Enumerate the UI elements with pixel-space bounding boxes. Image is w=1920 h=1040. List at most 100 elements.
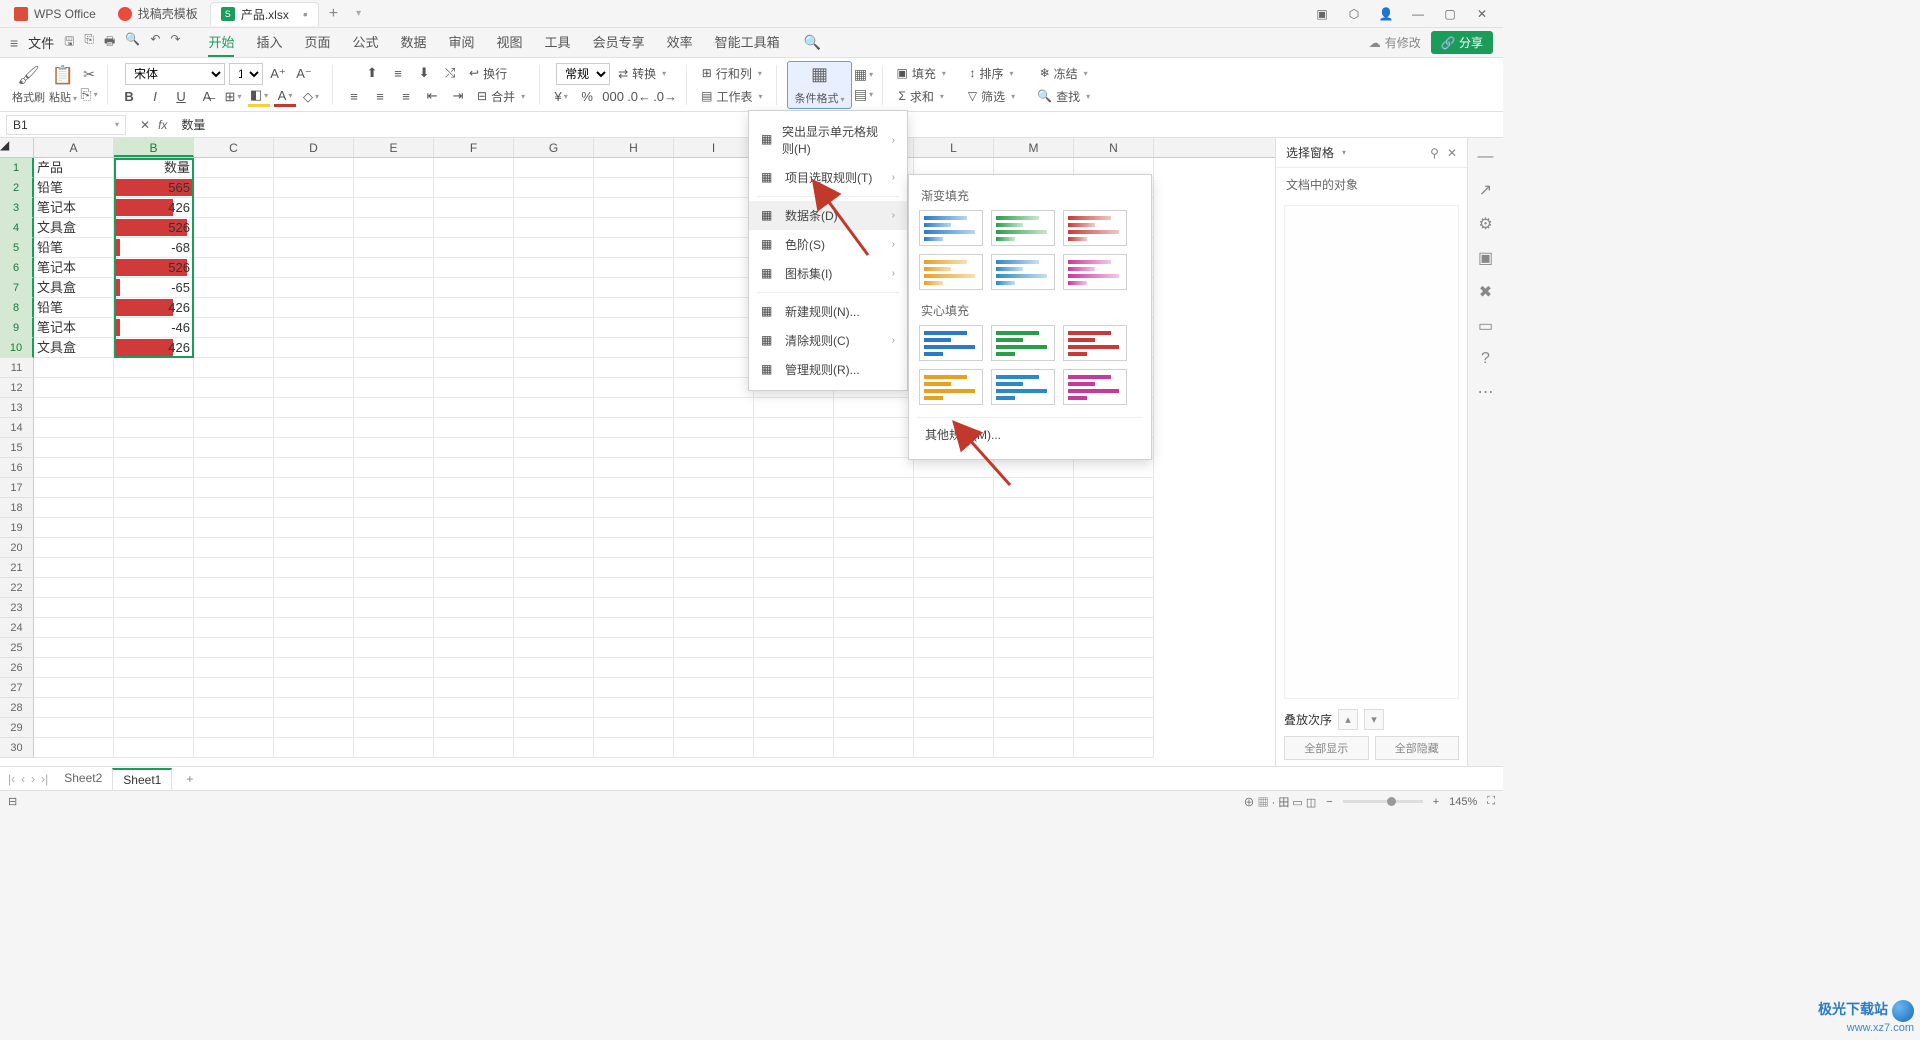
- select-all-corner[interactable]: ◢: [0, 138, 34, 157]
- cell[interactable]: [834, 618, 914, 638]
- row-header[interactable]: 16: [0, 458, 34, 478]
- cell[interactable]: [1074, 558, 1154, 578]
- status-mode-icon[interactable]: ⊟: [8, 795, 17, 808]
- cell[interactable]: [594, 658, 674, 678]
- cell[interactable]: [754, 498, 834, 518]
- cell[interactable]: [994, 718, 1074, 738]
- cell[interactable]: [114, 598, 194, 618]
- cell[interactable]: [274, 518, 354, 538]
- chart-rail-icon[interactable]: ▭: [1478, 316, 1493, 336]
- cell[interactable]: [1074, 618, 1154, 638]
- cell[interactable]: [834, 398, 914, 418]
- cell[interactable]: [514, 158, 594, 178]
- cell[interactable]: -65: [114, 278, 194, 298]
- collapse-rail-icon[interactable]: —: [1478, 148, 1494, 166]
- cell[interactable]: [834, 558, 914, 578]
- cell[interactable]: [514, 358, 594, 378]
- cell[interactable]: [114, 478, 194, 498]
- tab-list-button[interactable]: ▾: [348, 8, 369, 19]
- cell[interactable]: [834, 458, 914, 478]
- dec-dec-icon[interactable]: .0→: [654, 87, 676, 107]
- databar-gradient-orange[interactable]: [919, 254, 983, 290]
- cell[interactable]: [594, 218, 674, 238]
- sheet-last-icon[interactable]: ›|: [41, 772, 48, 786]
- avatar-icon[interactable]: 👤: [1377, 7, 1395, 21]
- percent-icon[interactable]: %: [576, 87, 598, 107]
- redo-icon[interactable]: ↷: [170, 32, 180, 53]
- cell[interactable]: [754, 638, 834, 658]
- cell[interactable]: [594, 618, 674, 638]
- cell[interactable]: [194, 638, 274, 658]
- cell[interactable]: [914, 738, 994, 758]
- cell[interactable]: [514, 518, 594, 538]
- cell[interactable]: 铅笔: [34, 238, 114, 258]
- cell[interactable]: [514, 198, 594, 218]
- font-grow-icon[interactable]: A⁺: [267, 64, 289, 84]
- cell[interactable]: [434, 198, 514, 218]
- cell[interactable]: [34, 618, 114, 638]
- cell[interactable]: [594, 718, 674, 738]
- cell[interactable]: 文具盒: [34, 278, 114, 298]
- databar-gradient-cyan[interactable]: [991, 254, 1055, 290]
- cell[interactable]: [514, 618, 594, 638]
- cell[interactable]: [1074, 458, 1154, 478]
- cell[interactable]: [354, 478, 434, 498]
- cell[interactable]: [594, 738, 674, 758]
- cell[interactable]: [674, 678, 754, 698]
- cell[interactable]: [834, 578, 914, 598]
- cell[interactable]: [194, 718, 274, 738]
- row-header[interactable]: 15: [0, 438, 34, 458]
- cell[interactable]: [434, 658, 514, 678]
- cell[interactable]: [114, 398, 194, 418]
- settings-rail-icon[interactable]: ⚙: [1478, 214, 1492, 234]
- cell[interactable]: [434, 318, 514, 338]
- align-bottom-icon[interactable]: ⬇: [413, 63, 435, 83]
- fx-icon[interactable]: fx: [158, 118, 167, 132]
- cell[interactable]: [194, 478, 274, 498]
- cell[interactable]: [34, 678, 114, 698]
- cell[interactable]: [514, 458, 594, 478]
- cell[interactable]: [754, 618, 834, 638]
- cell[interactable]: 笔记本: [34, 318, 114, 338]
- row-header[interactable]: 9: [0, 318, 34, 338]
- cell[interactable]: [914, 558, 994, 578]
- cell[interactable]: [114, 658, 194, 678]
- preview-icon[interactable]: 🔍: [125, 32, 140, 53]
- menu-tab-公式[interactable]: 公式: [352, 28, 378, 57]
- cell[interactable]: [274, 558, 354, 578]
- table-style-icon[interactable]: ▤▾: [856, 87, 872, 103]
- cell[interactable]: [674, 578, 754, 598]
- cell[interactable]: [674, 418, 754, 438]
- cell[interactable]: [754, 458, 834, 478]
- cell[interactable]: [754, 538, 834, 558]
- cell[interactable]: [1074, 538, 1154, 558]
- cell[interactable]: [1074, 518, 1154, 538]
- cell[interactable]: [34, 438, 114, 458]
- cell[interactable]: [434, 338, 514, 358]
- tab-file-active[interactable]: S产品.xlsx•: [210, 2, 319, 26]
- cell[interactable]: [434, 618, 514, 638]
- cell[interactable]: [354, 378, 434, 398]
- cell[interactable]: [274, 218, 354, 238]
- cell[interactable]: [594, 458, 674, 478]
- cell[interactable]: [834, 538, 914, 558]
- zoom-level[interactable]: 145%: [1449, 796, 1477, 808]
- show-all-button[interactable]: 全部显示: [1284, 736, 1369, 760]
- row-header[interactable]: 3: [0, 198, 34, 218]
- row-header[interactable]: 1: [0, 158, 34, 178]
- cell[interactable]: [274, 718, 354, 738]
- databar-solid-green[interactable]: [991, 325, 1055, 361]
- menu-tab-数据[interactable]: 数据: [401, 28, 427, 57]
- cell[interactable]: -68: [114, 238, 194, 258]
- row-header[interactable]: 30: [0, 738, 34, 758]
- row-header[interactable]: 20: [0, 538, 34, 558]
- cell[interactable]: [434, 258, 514, 278]
- row-header[interactable]: 5: [0, 238, 34, 258]
- cell[interactable]: [434, 478, 514, 498]
- hamburger-icon[interactable]: ≡: [10, 35, 18, 51]
- cell[interactable]: [34, 578, 114, 598]
- databar-gradient-red[interactable]: [1063, 210, 1127, 246]
- font-name-select[interactable]: 宋体: [125, 63, 225, 85]
- close-window-icon[interactable]: ✕: [1473, 7, 1491, 21]
- cell[interactable]: [834, 598, 914, 618]
